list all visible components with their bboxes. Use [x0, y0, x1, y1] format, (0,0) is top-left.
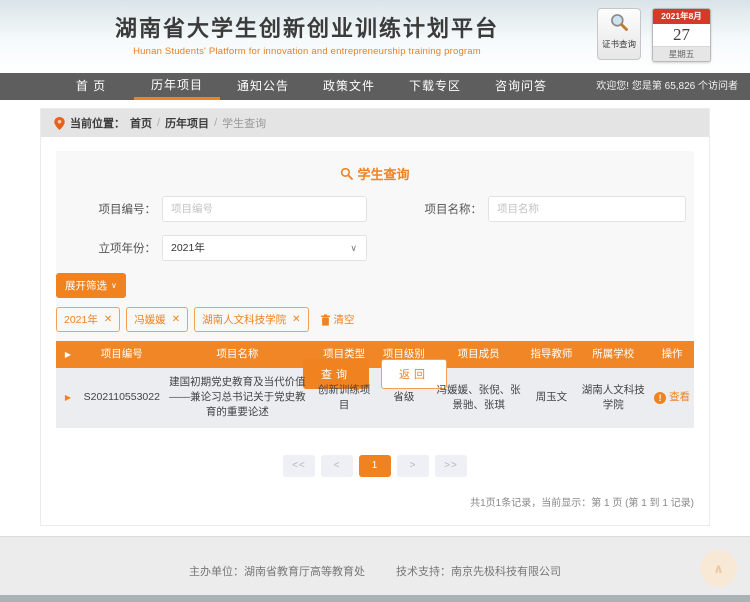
- col-project-level: 项目级别: [377, 347, 431, 362]
- chevron-down-icon: ∨: [111, 281, 117, 290]
- main-nav: 首 页 历年项目 通知公告 政策文件 下载专区 咨询问答 欢迎您! 您是第 65…: [0, 73, 750, 100]
- year-label: 立项年份：: [56, 240, 156, 256]
- clear-filters-button[interactable]: 清空: [320, 312, 355, 327]
- nav-item-past-projects[interactable]: 历年项目: [134, 73, 220, 100]
- filter-tag-school: 湖南人文科技学院 ✕: [194, 307, 308, 332]
- certificate-query-label: 证书查询: [598, 38, 640, 50]
- row-actions: ! 查看: [650, 390, 694, 406]
- col-project-name: 项目名称: [164, 347, 312, 362]
- student-query-panel: 学生查询 项目编号： 项目名称： 立项年份： 2021年 ∨ 展开筛选 ∨: [56, 151, 694, 341]
- calendar-widget: 2021年8月 27 星期五: [652, 8, 711, 62]
- results-table: ▶ 项目编号 项目名称 项目类型 项目级别 项目成员 指导教师 所属学校 操作 …: [56, 341, 694, 428]
- filter-tag-label: 冯媛媛: [134, 312, 166, 327]
- row-project-code: S202110553022: [80, 390, 164, 405]
- visitor-counter: 欢迎您! 您是第 65,826 个访问者: [596, 73, 738, 100]
- filter-tag-label: 湖南人文科技学院: [202, 312, 286, 327]
- calendar-month: 2021年8月: [653, 9, 710, 24]
- breadcrumb-separator: /: [157, 117, 160, 129]
- magnifier-icon: [609, 19, 629, 36]
- col-teacher: 指导教师: [527, 347, 577, 362]
- location-pin-icon: [54, 117, 65, 130]
- pagination-prev-button[interactable]: <: [321, 455, 353, 477]
- content-card: 当前位置： 首页 / 历年项目 / 学生查询 学生查询 项目编号： 项目名称： 立…: [40, 108, 710, 526]
- nav-item-downloads[interactable]: 下载专区: [392, 73, 478, 100]
- remove-tag-icon[interactable]: ✕: [292, 314, 300, 325]
- year-select[interactable]: 2021年 ∨: [162, 235, 367, 261]
- panel-title: 学生查询: [56, 164, 694, 183]
- main-content: 当前位置： 首页 / 历年项目 / 学生查询 学生查询 项目编号： 项目名称： 立…: [0, 100, 750, 526]
- year-select-value: 2021年: [171, 242, 205, 254]
- info-icon: !: [654, 392, 666, 404]
- project-name-label: 项目名称：: [367, 201, 482, 217]
- panel-title-text: 学生查询: [357, 164, 409, 183]
- row-project-level: 省级: [377, 390, 431, 405]
- form-row-2: 立项年份： 2021年 ∨: [56, 235, 694, 261]
- view-button[interactable]: ! 查看: [654, 390, 690, 405]
- bottom-strip: [0, 595, 750, 602]
- page-footer: 主办单位：湖南省教育厅高等教育处 技术支持：南京先极科技有限公司 ∧: [0, 536, 750, 602]
- nav-item-home[interactable]: 首 页: [48, 73, 134, 100]
- nav-item-notices[interactable]: 通知公告: [220, 73, 306, 100]
- site-title: 湖南省大学生创新创业训练计划平台: [115, 11, 499, 43]
- col-members: 项目成员: [431, 347, 527, 362]
- pagination-last-button[interactable]: >>: [435, 455, 467, 477]
- breadcrumb-home[interactable]: 首页: [130, 115, 152, 131]
- expand-filter-button[interactable]: 展开筛选 ∨: [56, 273, 126, 298]
- row-project-type: 创新训练项目: [311, 383, 377, 413]
- nav-item-qa[interactable]: 咨询问答: [478, 73, 564, 100]
- records-summary: 共1页1条记录，当前显示：第 1 页 (第 1 到 1 记录): [56, 494, 694, 525]
- breadcrumb: 当前位置： 首页 / 历年项目 / 学生查询: [41, 109, 709, 137]
- breadcrumb-student-query: 学生查询: [222, 115, 266, 131]
- project-code-label: 项目编号：: [56, 201, 156, 217]
- site-branding: 湖南省大学生创新创业训练计划平台 Hunan Students' Platfor…: [115, 11, 499, 57]
- breadcrumb-label: 当前位置：: [70, 115, 125, 131]
- project-name-input[interactable]: [488, 196, 686, 222]
- pagination-page-1[interactable]: 1: [359, 455, 391, 477]
- table-row: ▶ S202110553022 建国初期党史教育及当代价值——兼论习总书记关于党…: [56, 368, 694, 428]
- site-subtitle: Hunan Students' Platform for innovation …: [115, 46, 499, 57]
- certificate-query-button[interactable]: 证书查询: [597, 8, 641, 60]
- search-icon: [340, 167, 353, 180]
- footer-host: 主办单位：湖南省教育厅高等教育处: [189, 566, 365, 578]
- breadcrumb-past-projects[interactable]: 历年项目: [165, 115, 209, 131]
- row-members: 冯媛媛、张倪、张景驰、张琪: [431, 383, 527, 413]
- pagination-first-button[interactable]: <<: [283, 455, 315, 477]
- expand-filter-label: 展开筛选: [65, 278, 107, 293]
- clear-filters-label: 清空: [334, 312, 355, 327]
- expand-all-icon: ▶: [56, 349, 80, 361]
- filter-tag-label: 2021年: [64, 312, 98, 327]
- page-header: 湖南省大学生创新创业训练计划平台 Hunan Students' Platfor…: [0, 0, 750, 73]
- calendar-weekday: 星期五: [653, 46, 710, 61]
- chevron-down-icon: ∨: [350, 236, 357, 260]
- col-school: 所属学校: [576, 347, 650, 362]
- pagination-next-button[interactable]: >: [397, 455, 429, 477]
- remove-tag-icon[interactable]: ✕: [104, 314, 112, 325]
- chevron-up-icon: ∧: [713, 561, 724, 577]
- row-school: 湖南人文科技学院: [576, 383, 650, 413]
- filter-tags-row: 2021年 ✕ 冯媛媛 ✕ 湖南人文科技学院 ✕ 清空: [56, 307, 694, 332]
- project-code-input[interactable]: [162, 196, 367, 222]
- row-teacher: 周玉文: [527, 390, 577, 405]
- breadcrumb-separator: /: [214, 117, 217, 129]
- footer-support: 技术支持：南京先极科技有限公司: [396, 566, 561, 578]
- col-project-code: 项目编号: [80, 347, 164, 362]
- col-actions: 操作: [650, 347, 694, 362]
- filter-tag-year: 2021年 ✕: [56, 307, 120, 332]
- form-row-1: 项目编号： 项目名称：: [56, 196, 694, 222]
- trash-icon: [320, 314, 331, 326]
- calendar-day: 27: [653, 24, 710, 46]
- back-to-top-button[interactable]: ∧: [700, 550, 737, 587]
- table-header-row: ▶ 项目编号 项目名称 项目类型 项目级别 项目成员 指导教师 所属学校 操作: [56, 341, 694, 368]
- col-project-type: 项目类型: [311, 347, 377, 362]
- filter-tag-student: 冯媛媛 ✕: [126, 307, 188, 332]
- view-button-label: 查看: [669, 390, 690, 405]
- remove-tag-icon[interactable]: ✕: [172, 314, 180, 325]
- row-project-name: 建国初期党史教育及当代价值——兼论习总书记关于党史教育的重要论述: [164, 375, 312, 421]
- pagination: << < 1 > >>: [41, 455, 709, 477]
- expand-row-icon[interactable]: ▶: [56, 392, 80, 404]
- nav-item-policies[interactable]: 政策文件: [306, 73, 392, 100]
